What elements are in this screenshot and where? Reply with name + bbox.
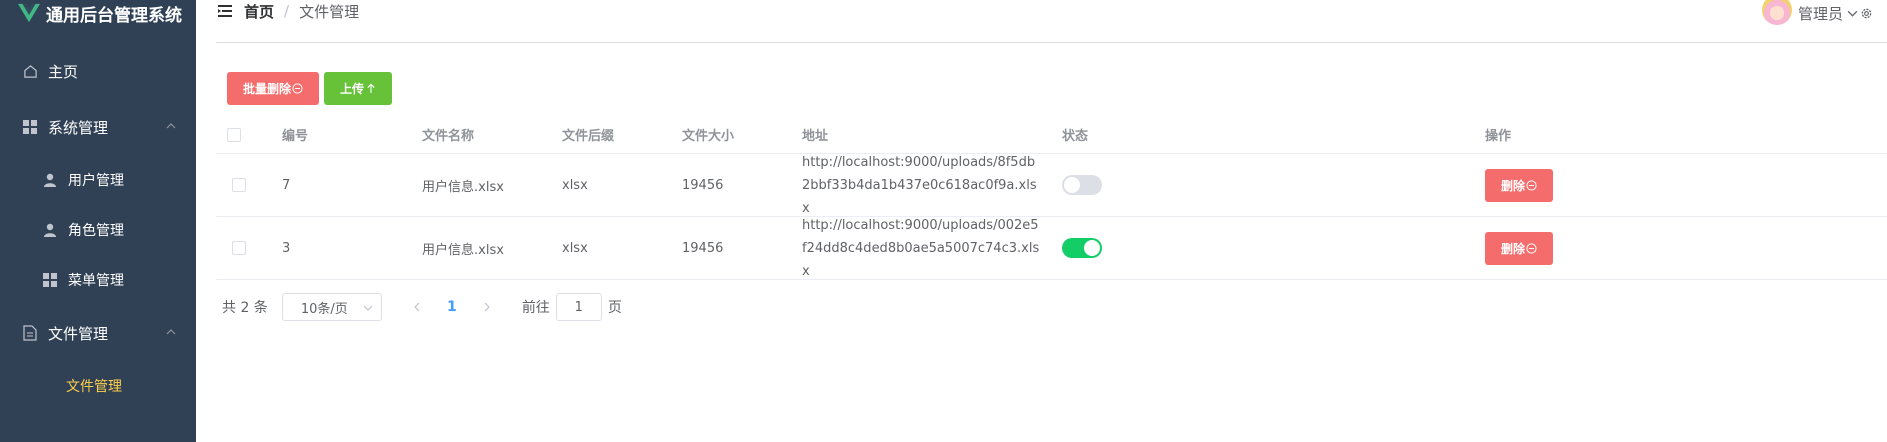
grid-icon <box>42 272 58 288</box>
cell-name: 用户信息.xlsx <box>422 179 504 195</box>
column-header-name[interactable]: 文件名称 <box>422 116 474 153</box>
sidebar-item-user-management[interactable]: 用户管理 <box>0 160 196 200</box>
row-checkbox[interactable] <box>232 241 246 255</box>
column-header-ext[interactable]: 文件后缀 <box>562 116 614 153</box>
sidebar-item-system-management[interactable]: 系统管理 <box>0 107 196 147</box>
column-header-status[interactable]: 状态 <box>1062 116 1088 153</box>
chevron-left-icon <box>413 302 420 312</box>
cell-id: 7 <box>282 177 291 193</box>
actions-cell: 删除 <box>1485 217 1553 279</box>
home-icon <box>22 63 38 79</box>
vue-logo-icon <box>18 3 40 23</box>
app-title: 通用后台管理系统 <box>46 5 182 26</box>
upload-label: 上传 <box>339 82 364 96</box>
status-switch[interactable] <box>1062 238 1102 258</box>
chevron-up-icon <box>166 329 176 335</box>
switch-knob <box>1084 240 1100 256</box>
sidebar-item-label: 系统管理 <box>48 118 109 137</box>
goto-page-input[interactable] <box>555 293 602 321</box>
page-jumper: 前往 页 <box>522 293 622 321</box>
breadcrumb: 首页 / 文件管理 <box>244 0 359 22</box>
delete-label: 删除 <box>1500 178 1525 193</box>
column-header-url[interactable]: 地址 <box>802 116 828 153</box>
cell-name: 用户信息.xlsx <box>422 242 504 258</box>
delete-button[interactable]: 删除 <box>1485 168 1553 202</box>
brand: 通用后台管理系统 <box>18 0 182 26</box>
sidebar-item-menu-management[interactable]: 菜单管理 <box>0 260 196 300</box>
sidebar-item-label: 文件管理 <box>66 379 122 395</box>
sidebar-item-label: 菜单管理 <box>68 273 124 289</box>
user-dropdown[interactable]: 管理员 <box>1761 0 1873 26</box>
goto-prefix: 前往 <box>521 300 550 316</box>
next-page-button[interactable] <box>472 293 502 321</box>
chevron-up-icon <box>166 123 176 129</box>
user-icon <box>42 222 58 238</box>
chevron-down-icon <box>1847 10 1858 17</box>
remove-circle-icon <box>1526 242 1537 254</box>
cell-size: 19456 <box>682 240 724 256</box>
table-row: 7 用户信息.xlsx xlsx 19456 http://localhost:… <box>216 154 1887 217</box>
avatar <box>1761 0 1792 25</box>
document-icon <box>22 325 38 341</box>
actions-cell: 删除 <box>1485 154 1553 216</box>
sidebar-item-role-management[interactable]: 角色管理 <box>0 210 196 250</box>
pagination: 共 2 条 10条/页 1 前往 页 <box>222 293 622 321</box>
column-header-id[interactable]: 编号 <box>282 116 308 153</box>
prev-page-button[interactable] <box>402 293 432 321</box>
header: 首页 / 文件管理 管理员 <box>196 0 1887 44</box>
arrow-up-icon <box>367 83 375 94</box>
gear-icon[interactable] <box>1860 7 1873 20</box>
select-all-checkbox[interactable] <box>227 127 241 142</box>
cell-id: 3 <box>282 240 291 256</box>
switch-knob <box>1064 177 1080 193</box>
delete-button[interactable]: 删除 <box>1485 231 1553 265</box>
chevron-right-icon <box>484 302 490 312</box>
page-size-select[interactable]: 10条/页 <box>281 293 382 321</box>
sidebar: 通用后台管理系统 主页 系统管理 用户管理 角色管理 菜单管理 文件管理 文件管… <box>0 0 196 442</box>
row-select-cell <box>232 217 246 279</box>
row-checkbox[interactable] <box>232 178 246 192</box>
sidebar-item-label: 主页 <box>48 62 79 81</box>
sidebar-item-file-management-group[interactable]: 文件管理 <box>0 313 196 353</box>
page-size-value: 10条/页 <box>300 301 348 317</box>
cell-url: http://localhost:9000/uploads/8f5db2bbf3… <box>802 154 1037 216</box>
remove-circle-icon <box>292 83 303 94</box>
delete-label: 删除 <box>1500 241 1525 256</box>
sidebar-item-label: 用户管理 <box>68 173 124 189</box>
sidebar-item-label: 角色管理 <box>68 223 124 239</box>
grid-icon <box>22 119 38 135</box>
row-select-cell <box>232 154 246 216</box>
sidebar-item-file-management[interactable]: 文件管理 <box>0 366 196 406</box>
status-cell <box>1062 217 1102 279</box>
menu-fold-icon[interactable] <box>218 4 232 18</box>
chevron-down-icon <box>363 305 373 311</box>
breadcrumb-current: 文件管理 <box>299 2 360 21</box>
remove-circle-icon <box>1526 179 1537 191</box>
batch-delete-label: 批量删除 <box>242 82 291 96</box>
cell-ext: xlsx <box>562 240 588 256</box>
cell-ext: xlsx <box>562 177 588 193</box>
breadcrumb-home[interactable]: 首页 <box>244 1 274 22</box>
status-cell <box>1062 154 1102 216</box>
table-header: 编号 文件名称 文件后缀 文件大小 地址 状态 操作 <box>216 116 1887 154</box>
sidebar-item-label: 文件管理 <box>48 324 109 343</box>
pagination-total: 共 2 条 <box>222 300 268 316</box>
status-switch[interactable] <box>1062 175 1102 195</box>
cell-url: http://localhost:9000/uploads/002e5f24dd… <box>802 217 1040 279</box>
sidebar-item-home[interactable]: 主页 <box>0 51 196 91</box>
user-icon <box>42 172 58 188</box>
file-table: 编号 文件名称 文件后缀 文件大小 地址 状态 操作 7 用户信息.xlsx x… <box>216 116 1887 280</box>
goto-suffix: 页 <box>607 300 622 316</box>
breadcrumb-separator: / <box>284 2 290 20</box>
column-header-actions[interactable]: 操作 <box>1485 116 1511 153</box>
cell-size: 19456 <box>682 177 724 193</box>
table-row: 3 用户信息.xlsx xlsx 19456 http://localhost:… <box>216 217 1887 280</box>
user-name: 管理员 <box>1797 4 1843 23</box>
page-number-current[interactable]: 1 <box>432 293 472 321</box>
header-divider <box>216 42 1887 43</box>
upload-button[interactable]: 上传 <box>324 72 392 105</box>
batch-delete-button[interactable]: 批量删除 <box>227 72 319 105</box>
column-header-size[interactable]: 文件大小 <box>682 116 734 153</box>
select-all-cell <box>227 116 241 153</box>
